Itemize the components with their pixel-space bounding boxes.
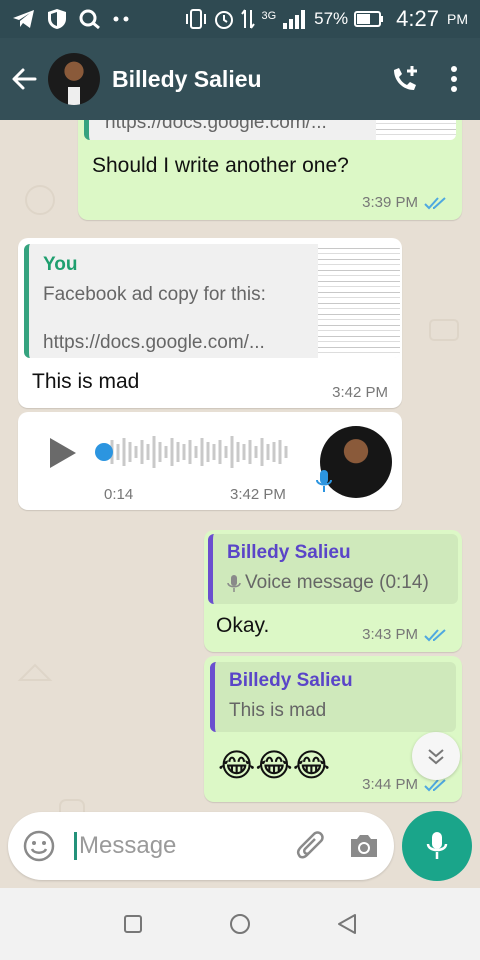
camera-icon[interactable] xyxy=(348,832,380,860)
message-bubble-outgoing[interactable]: https://docs.google.com/... Should I wri… xyxy=(78,120,462,220)
message-emoji-text: 😂😂😂 xyxy=(218,747,331,783)
chat-area[interactable]: https://docs.google.com/... Should I wri… xyxy=(0,120,480,890)
attach-icon[interactable] xyxy=(296,830,326,862)
microphone-icon xyxy=(227,575,241,592)
recents-icon[interactable] xyxy=(122,913,144,935)
microphone-icon xyxy=(316,470,332,492)
message-bubble-outgoing[interactable]: Billedy Salieu This is mad 😂😂😂 3:44 PM xyxy=(204,656,462,802)
message-meta: 3:39 PM xyxy=(362,194,448,211)
message-text: Okay. xyxy=(216,614,270,637)
network-type: 3G xyxy=(261,10,277,22)
message-meta: 3:42 PM xyxy=(332,384,388,401)
message-bubble-incoming[interactable]: You Facebook ad copy for this: https://d… xyxy=(18,238,402,408)
message-time: 3:39 PM xyxy=(362,194,418,211)
quoted-message[interactable]: https://docs.google.com/... xyxy=(84,120,456,140)
clock-ampm: PM xyxy=(447,11,468,27)
contact-avatar[interactable] xyxy=(48,53,100,105)
quoted-message-text: Facebook ad copy for this: xyxy=(43,284,266,305)
message-meta: 3:43 PM xyxy=(362,626,448,643)
back-button[interactable] xyxy=(0,38,48,120)
search-account-icon xyxy=(79,9,100,30)
quoted-author: Billedy Salieu xyxy=(229,670,353,691)
voice-message-bubble[interactable]: 0:14 3:42 PM xyxy=(18,412,402,510)
vibrate-icon xyxy=(186,9,207,29)
arrow-back-icon xyxy=(12,68,37,90)
telegram-icon xyxy=(13,10,34,28)
data-transfer-icon xyxy=(241,9,256,29)
shield-icon xyxy=(48,9,66,29)
alarm-icon xyxy=(215,11,234,29)
message-text: This is mad xyxy=(32,370,140,393)
quoted-message-text: https://docs.google.com/... xyxy=(105,120,327,133)
status-bar: 3G 57% 4:27 PM xyxy=(0,0,480,38)
quoted-message[interactable]: Billedy Salieu This is mad xyxy=(210,662,456,732)
more-options-icon[interactable] xyxy=(450,65,458,93)
back-nav-icon[interactable] xyxy=(336,912,358,936)
quoted-message-text: This is mad xyxy=(229,700,327,721)
read-receipt-icon xyxy=(424,628,446,641)
quoted-message-link: https://docs.google.com/... xyxy=(43,332,265,353)
scroll-to-bottom-button[interactable] xyxy=(412,732,460,780)
quoted-author: Billedy Salieu xyxy=(227,542,351,563)
read-receipt-icon xyxy=(424,196,446,209)
emoji-icon[interactable] xyxy=(22,829,56,863)
signal-icon xyxy=(283,10,306,29)
chat-header: Billedy Salieu xyxy=(0,38,480,120)
quoted-message[interactable]: You Facebook ad copy for this: https://d… xyxy=(24,244,400,358)
audio-waveform[interactable] xyxy=(94,432,294,472)
battery-percent: 57% xyxy=(314,9,349,28)
quoted-message-text: Voice message (0:14) xyxy=(245,572,429,593)
contact-name[interactable]: Billedy Salieu xyxy=(112,66,262,93)
message-time: 3:42 PM xyxy=(332,384,388,401)
message-time: 3:44 PM xyxy=(362,776,418,793)
quoted-message[interactable]: Billedy Salieu Voice message (0:14) xyxy=(208,534,458,604)
battery-icon xyxy=(354,11,384,27)
voice-duration: 0:14 xyxy=(104,486,134,503)
quoted-author: You xyxy=(43,254,78,275)
document-thumbnail xyxy=(318,244,400,358)
document-thumbnail xyxy=(376,120,456,140)
message-time: 3:43 PM xyxy=(362,626,418,643)
clock: 4:27 xyxy=(396,6,439,31)
more-notifications-icon xyxy=(113,16,129,22)
voice-record-button[interactable] xyxy=(402,811,472,881)
microphone-icon xyxy=(426,832,448,859)
play-icon[interactable] xyxy=(46,436,80,470)
system-nav-bar xyxy=(0,888,480,960)
add-call-icon[interactable] xyxy=(390,64,420,94)
message-composer xyxy=(8,812,394,880)
message-input[interactable] xyxy=(74,832,274,860)
double-chevron-down-icon xyxy=(428,749,444,765)
message-text: Should I write another one? xyxy=(92,154,349,177)
message-time: 3:42 PM xyxy=(230,486,286,503)
home-icon[interactable] xyxy=(228,912,252,936)
message-bubble-outgoing[interactable]: Billedy Salieu Voice message (0:14) Okay… xyxy=(204,530,462,652)
